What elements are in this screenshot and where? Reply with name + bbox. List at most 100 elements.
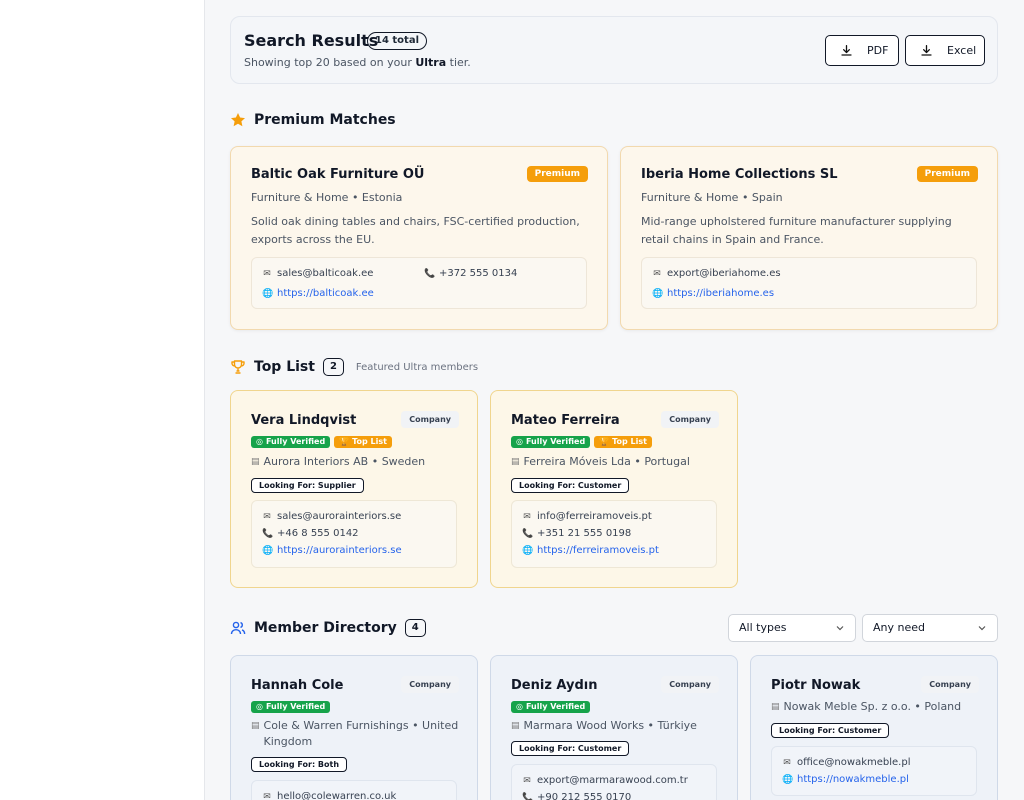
- type-chip: Company: [921, 676, 979, 693]
- contact-email[interactable]: ✉ sales@balticoak.ee: [262, 268, 373, 279]
- badges: ◎ Fully Verified: [251, 701, 331, 713]
- contact-phone[interactable]: 📞 +372 555 0134: [424, 268, 517, 279]
- email-text: sales@balticoak.ee: [277, 268, 374, 279]
- building-icon: ▤: [511, 721, 520, 731]
- organization: ▤ Ferreira Móveis Lda • Portugal: [511, 454, 690, 470]
- contact-phone[interactable]: 📞 +46 8 555 0142: [262, 528, 359, 539]
- toplist-badge: 🏆 Top List: [334, 436, 392, 448]
- verified-badge: ◎ Fully Verified: [251, 701, 331, 713]
- org-text: Marmara Wood Works • Türkiye: [523, 719, 697, 732]
- check-circle-icon: ◎: [256, 702, 263, 711]
- contact-website[interactable]: 🌐 https://aurorainteriors.se: [262, 545, 402, 556]
- contact-website[interactable]: 🌐 https://ferreiramoveis.pt: [522, 545, 659, 556]
- chevron-down-icon: [836, 626, 844, 631]
- website-link[interactable]: https://nowakmeble.pl: [797, 774, 909, 785]
- contact-email[interactable]: ✉ sales@aurorainteriors.se: [262, 511, 401, 522]
- website-link[interactable]: https://iberiahome.es: [667, 288, 774, 299]
- premium-badge: Premium: [526, 166, 588, 182]
- toplist-card[interactable]: Mateo Ferreira Company ◎ Fully Verified 🏆…: [490, 390, 738, 588]
- directory-section-title: Member Directory 4: [230, 619, 426, 637]
- need-filter-select[interactable]: Any need: [862, 614, 998, 642]
- phone-icon: 📞: [522, 528, 534, 539]
- premium-card[interactable]: Baltic Oak Furniture OÜ Premium Furnitur…: [230, 146, 608, 330]
- mail-icon: ✉: [783, 757, 791, 768]
- contact-website[interactable]: 🌐 https://iberiahome.es: [652, 288, 774, 299]
- looking-for-badge: Looking For: Supplier: [251, 478, 364, 493]
- contact-email[interactable]: ✉ export@iberiahome.es: [652, 268, 781, 279]
- contact-email[interactable]: ✉ hello@colewarren.co.uk: [262, 791, 396, 800]
- trophy-icon: 🏆: [339, 437, 350, 446]
- phone-text: +46 8 555 0142: [277, 528, 359, 539]
- member-card[interactable]: Deniz Aydın Company ◎ Fully Verified ▤ Mar…: [490, 655, 738, 800]
- export-excel-button[interactable]: Excel: [905, 35, 985, 66]
- contact-phone[interactable]: 📞 +90 212 555 0170: [522, 792, 631, 800]
- looking-for-badge: Looking For: Customer: [771, 723, 890, 738]
- member-name: Mateo Ferreira: [511, 413, 620, 428]
- toplist-text: Top List: [612, 437, 647, 446]
- building-icon: ▤: [251, 721, 260, 731]
- globe-icon: 🌐: [262, 545, 274, 556]
- member-name: Hannah Cole: [251, 678, 344, 693]
- mail-icon: ✉: [653, 268, 661, 279]
- contact-box: ✉ hello@colewarren.co.uk: [251, 780, 457, 800]
- member-card[interactable]: Hannah Cole Company ◎ Fully Verified ▤ Col…: [230, 655, 478, 800]
- sidebar: [0, 0, 205, 800]
- phone-text: +372 555 0134: [439, 268, 518, 279]
- website-link[interactable]: https://aurorainteriors.se: [277, 545, 402, 556]
- contact-box: ✉ export@iberiahome.es 🌐 https://iberiahom…: [641, 257, 977, 309]
- globe-icon: 🌐: [782, 774, 794, 785]
- download-icon: [841, 44, 852, 56]
- pdf-label: PDF: [867, 44, 889, 57]
- company-description: Mid-range upholstered furniture manufact…: [641, 215, 952, 246]
- mail-icon: ✉: [263, 791, 271, 800]
- premium-card[interactable]: Iberia Home Collections SL Premium Furni…: [620, 146, 998, 330]
- member-name: Deniz Aydın: [511, 678, 598, 693]
- contact-email[interactable]: ✉ info@ferreiramoveis.pt: [522, 511, 652, 522]
- email-text: export@marmarawood.com.tr: [537, 775, 688, 786]
- phone-icon: 📞: [522, 792, 534, 800]
- directory-count-badge: 4: [404, 619, 426, 637]
- subtitle-suffix: tier.: [446, 56, 471, 69]
- type-filter-select[interactable]: All types: [728, 614, 856, 642]
- star-icon: [231, 113, 245, 127]
- globe-icon: 🌐: [262, 288, 274, 299]
- website-link[interactable]: https://balticoak.ee: [277, 288, 374, 299]
- globe-icon: 🌐: [652, 288, 664, 299]
- excel-label: Excel: [947, 44, 977, 57]
- download-icon: [921, 44, 932, 56]
- type-chip: Company: [661, 676, 719, 693]
- email-text: info@ferreiramoveis.pt: [537, 511, 652, 522]
- toplist-text: Top List: [352, 437, 387, 446]
- subtitle-prefix: Showing top 20 based on your: [244, 56, 416, 69]
- type-chip: Company: [661, 411, 719, 428]
- verified-text: Fully Verified: [525, 702, 586, 711]
- building-icon: ▤: [511, 457, 520, 467]
- email-text: hello@colewarren.co.uk: [277, 791, 397, 800]
- contact-website[interactable]: 🌐 https://nowakmeble.pl: [782, 774, 909, 785]
- toplist-count-badge: 2: [322, 358, 344, 376]
- premium-title: Premium Matches: [254, 112, 396, 128]
- contact-email[interactable]: ✉ office@nowakmeble.pl: [782, 757, 910, 768]
- results-subtitle: Showing top 20 based on your Ultra tier.: [244, 56, 471, 69]
- contact-phone[interactable]: 📞 +351 21 555 0198: [522, 528, 631, 539]
- toplist-section-title: Top List 2 Featured Ultra members: [230, 358, 478, 376]
- organization: ▤ Cole & Warren Furnishings • United King…: [251, 718, 466, 750]
- toplist-title: Top List: [254, 359, 315, 375]
- toplist-card[interactable]: Vera Lindqvist Company ◎ Fully Verified 🏆…: [230, 390, 478, 588]
- member-card[interactable]: Piotr Nowak Company ▤ Nowak Meble Sp. z o…: [750, 655, 998, 800]
- org-text: Aurora Interiors AB • Sweden: [263, 455, 426, 468]
- phone-icon: 📞: [424, 268, 436, 279]
- company-name: Iberia Home Collections SL: [641, 167, 838, 182]
- contact-box: ✉ office@nowakmeble.pl 🌐 https://nowakmebl…: [771, 746, 977, 796]
- contact-box: ✉ export@marmarawood.com.tr 📞 +90 212 555 …: [511, 764, 717, 800]
- badges: ◎ Fully Verified: [511, 701, 591, 713]
- export-pdf-button[interactable]: PDF: [825, 35, 899, 66]
- verified-text: Fully Verified: [525, 437, 586, 446]
- contact-website[interactable]: 🌐 https://balticoak.ee: [262, 288, 374, 299]
- website-link[interactable]: https://ferreiramoveis.pt: [537, 545, 659, 556]
- org-text: Ferreira Móveis Lda • Portugal: [523, 455, 690, 468]
- mail-icon: ✉: [523, 511, 531, 522]
- building-icon: ▤: [771, 702, 780, 712]
- email-text: export@iberiahome.es: [667, 268, 781, 279]
- contact-email[interactable]: ✉ export@marmarawood.com.tr: [522, 775, 688, 786]
